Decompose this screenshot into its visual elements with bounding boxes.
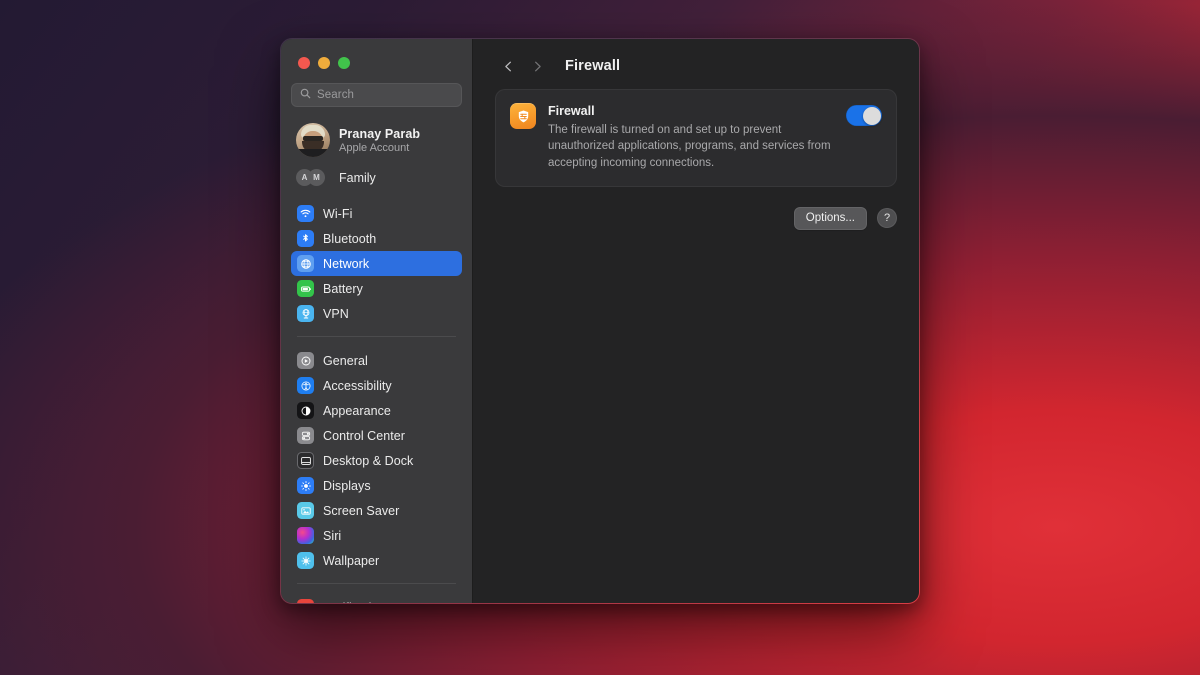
sidebar-item-family[interactable]: A M Family (291, 166, 462, 190)
sidebar-item-label: General (323, 353, 368, 368)
sidebar-item-bluetooth[interactable]: Bluetooth (291, 226, 462, 251)
sidebar-item-wi-fi[interactable]: Wi-Fi (291, 201, 462, 226)
sidebar-divider-2 (297, 583, 456, 584)
sidebar-group-system: General Accessibility Appearance Control… (291, 348, 462, 573)
sidebar-item-label: Siri (323, 528, 342, 543)
sidebar-item-label: Appearance (323, 403, 391, 418)
network-globe-icon (297, 255, 314, 272)
notifications-bell-icon (297, 599, 314, 603)
content-pane: Firewall Firewall The firewall is turned… (473, 39, 919, 603)
toggle-knob (862, 106, 881, 125)
sidebar-item-siri[interactable]: Siri (291, 523, 462, 548)
accessibility-icon (297, 377, 314, 394)
firewall-toggle[interactable] (846, 105, 882, 126)
close-button[interactable] (298, 57, 310, 69)
firewall-card-title: Firewall (548, 104, 595, 118)
search-input[interactable]: Search (291, 83, 462, 107)
apple-account-row[interactable]: Pranay Parab Apple Account (291, 121, 462, 159)
control-center-icon (297, 427, 314, 444)
sidebar-item-label: VPN (323, 306, 349, 321)
zoom-button[interactable] (338, 57, 350, 69)
vpn-icon (297, 305, 314, 322)
sidebar-group-notifications: Notifications (291, 595, 462, 603)
sidebar-item-displays[interactable]: Displays (291, 473, 462, 498)
sidebar-item-label: Bluetooth (323, 231, 377, 246)
account-subtitle: Apple Account (339, 141, 410, 154)
sidebar-item-label: Battery (323, 281, 363, 296)
sidebar-item-label: Control Center (323, 428, 405, 443)
sidebar-divider-1 (297, 336, 456, 337)
firewall-card-description: The firewall is turned on and set up to … (548, 124, 831, 169)
sidebar-item-notifications[interactable]: Notifications (291, 595, 462, 603)
sidebar-item-label: Notifications (323, 601, 392, 604)
back-button[interactable] (495, 53, 521, 79)
desktop-dock-icon (297, 452, 314, 469)
family-avatar-m: M (308, 169, 325, 186)
content-toolbar: Firewall (495, 39, 897, 89)
sidebar-item-label: Wi-Fi (323, 206, 353, 221)
firewall-actions: Options... ? (495, 206, 897, 230)
search-icon (300, 86, 311, 104)
sidebar-item-appearance[interactable]: Appearance (291, 398, 462, 423)
sidebar-item-label: Screen Saver (323, 503, 400, 518)
displays-icon (297, 477, 314, 494)
window-traffic-lights (291, 39, 462, 69)
sidebar-item-desktop-dock[interactable]: Desktop & Dock (291, 448, 462, 473)
siri-icon (297, 527, 314, 544)
sidebar-item-network[interactable]: Network (291, 251, 462, 276)
sidebar-item-label: Accessibility (323, 378, 392, 393)
system-settings-window: Search Pranay Parab Apple Account A M Fa… (280, 38, 920, 604)
firewall-card: Firewall The firewall is turned on and s… (495, 89, 897, 187)
sidebar-item-label: Wallpaper (323, 553, 380, 568)
sidebar-item-battery[interactable]: Battery (291, 276, 462, 301)
sidebar-item-label: Network (323, 256, 370, 271)
options-button[interactable]: Options... (793, 206, 867, 230)
sidebar-item-vpn[interactable]: VPN (291, 301, 462, 326)
page-title: Firewall (565, 58, 621, 74)
general-gear-icon (297, 352, 314, 369)
account-name: Pranay Parab (339, 126, 421, 141)
sidebar-item-label: Desktop & Dock (323, 453, 414, 468)
sidebar-item-screen-saver[interactable]: Screen Saver (291, 498, 462, 523)
forward-button[interactable] (524, 53, 550, 79)
sidebar-item-control-center[interactable]: Control Center (291, 423, 462, 448)
appearance-icon (297, 402, 314, 419)
family-label: Family (339, 171, 376, 185)
sidebar-item-general[interactable]: General (291, 348, 462, 373)
battery-icon (297, 280, 314, 297)
minimize-button[interactable] (318, 57, 330, 69)
screen-saver-icon (297, 502, 314, 519)
wifi-icon (297, 205, 314, 222)
avatar (296, 123, 330, 157)
bluetooth-icon (297, 230, 314, 247)
sidebar-item-label: Displays (323, 478, 371, 493)
sidebar: Search Pranay Parab Apple Account A M Fa… (281, 39, 473, 603)
sidebar-group-network: Wi-Fi Bluetooth Network Battery VPN (291, 201, 462, 326)
sidebar-item-accessibility[interactable]: Accessibility (291, 373, 462, 398)
firewall-shield-icon (510, 103, 536, 129)
help-button[interactable]: ? (877, 208, 897, 229)
search-placeholder: Search (317, 89, 355, 101)
family-avatars: A M (296, 169, 330, 187)
wallpaper-icon (297, 552, 314, 569)
sidebar-item-wallpaper[interactable]: Wallpaper (291, 548, 462, 573)
